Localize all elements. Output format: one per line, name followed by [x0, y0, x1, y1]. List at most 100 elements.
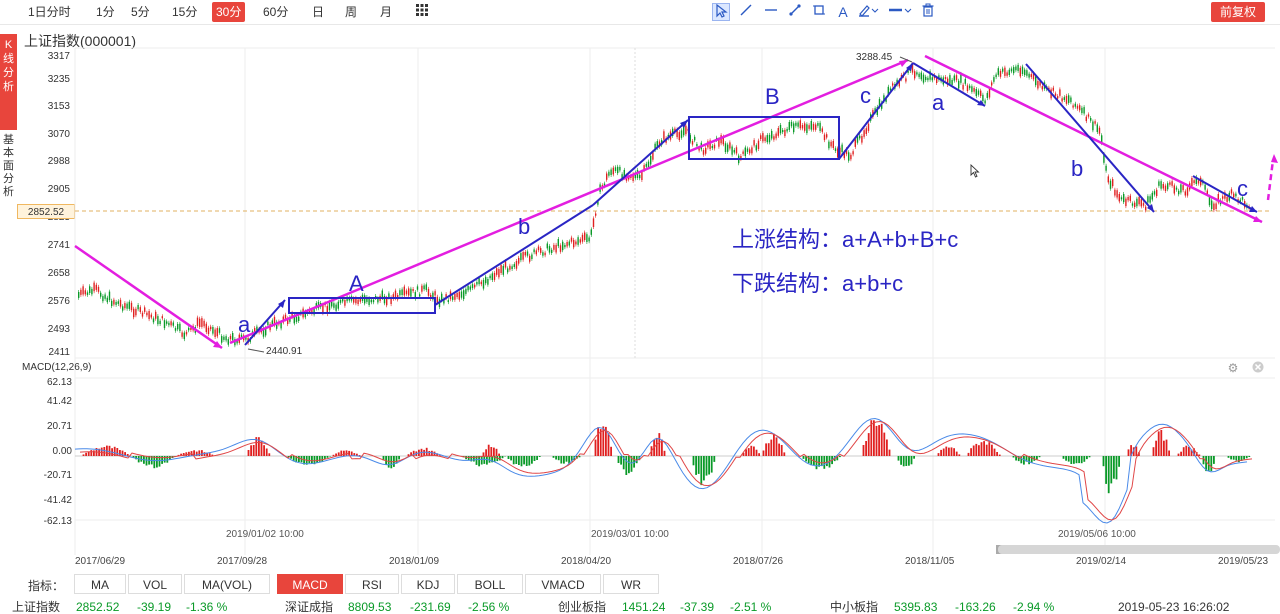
- macd-bar: [488, 456, 491, 463]
- market-status-bar: 上证指数 2852.52 -39.19 -1.36 % 深证成指 8809.53…: [0, 600, 1280, 614]
- macd-bar: [525, 456, 528, 466]
- x-date-label: 2017/09/28: [217, 556, 268, 567]
- macd-bar: [1232, 456, 1235, 460]
- macd-bar: [1118, 456, 1120, 467]
- macd-bar: [625, 456, 628, 475]
- index-name[interactable]: 中小板指: [830, 600, 878, 614]
- rise-structure-text: 上涨结构：a+A+b+B+c: [732, 227, 959, 252]
- index-value: 5395.83: [894, 600, 938, 614]
- index-pct: -1.36 %: [186, 600, 228, 614]
- macd-bar: [1248, 456, 1251, 457]
- macd-bar: [1152, 447, 1155, 456]
- macd-bar: [1073, 456, 1075, 464]
- macd-bar: [100, 447, 103, 456]
- macd-bar: [552, 456, 555, 458]
- macd-bar: [773, 433, 775, 456]
- macd-bar: [983, 441, 985, 456]
- index-change: -37.39: [680, 600, 715, 614]
- macd-bar: [531, 456, 533, 464]
- macd-bar: [198, 450, 201, 456]
- indicator-rsi[interactable]: RSI: [345, 574, 399, 594]
- macd-bar: [557, 456, 560, 461]
- macd-bar: [1086, 456, 1088, 460]
- macd-bar: [905, 456, 908, 466]
- index-value: 1451.24: [622, 600, 666, 614]
- indicator-boll[interactable]: BOLL: [457, 574, 523, 594]
- index-pct: -2.94 %: [1013, 600, 1055, 614]
- close-icon[interactable]: [1251, 361, 1265, 375]
- macd-bar: [937, 453, 940, 456]
- macd-bar: [978, 445, 980, 456]
- x-date-label: 2018/07/26: [733, 556, 784, 567]
- index-name[interactable]: 深证成指: [285, 600, 333, 614]
- indicator-ma-vol[interactable]: MA(VOL): [184, 574, 270, 594]
- time-scrollbar[interactable]: [998, 545, 1280, 554]
- indicator-vmacd[interactable]: VMACD: [525, 574, 601, 594]
- macd-bar: [747, 448, 750, 456]
- macd-bar: [515, 456, 518, 464]
- macd-bar: [993, 448, 996, 456]
- macd-dif-line: [74, 417, 1248, 524]
- macd-bar: [873, 420, 875, 456]
- indicator-ma[interactable]: MA: [74, 574, 126, 594]
- macd-bar: [311, 456, 313, 464]
- indicator-vol[interactable]: VOL: [128, 574, 182, 594]
- macd-bar: [495, 448, 498, 456]
- trend-lines: [74, 54, 1278, 350]
- macd-bar: [518, 456, 520, 465]
- macd-bar: [536, 456, 538, 460]
- macd-bar: [1135, 446, 1138, 456]
- macd-bar: [308, 456, 311, 464]
- macd-bar: [617, 456, 620, 463]
- macd-bar: [610, 446, 612, 456]
- macd-bar: [955, 451, 958, 456]
- macd-bar: [252, 445, 255, 456]
- index-value: 2852.52: [76, 600, 120, 614]
- macd-bar: [324, 456, 326, 459]
- index-name[interactable]: 上证指数: [12, 600, 60, 614]
- macd-bar: [487, 444, 490, 456]
- macd-bar: [839, 456, 841, 458]
- macd-bar: [201, 450, 203, 456]
- macd-bar: [478, 456, 480, 467]
- macd-bar: [565, 456, 568, 462]
- macd-bar: [998, 454, 1001, 456]
- macd-bar: [482, 452, 485, 456]
- macd-bar: [867, 433, 870, 456]
- macd-bar: [1185, 445, 1188, 456]
- macd-bar: [507, 456, 510, 459]
- macd-bar: [520, 456, 523, 467]
- macd-bar: [119, 450, 121, 456]
- macd-bar: [145, 456, 148, 466]
- macd-bar: [1230, 456, 1232, 460]
- wave-label-c2: c: [1237, 176, 1248, 201]
- macd-bar: [498, 453, 500, 456]
- macd-bar: [783, 452, 786, 456]
- macd-date-label: 2019/03/01 10:00: [591, 529, 669, 540]
- kline-chart[interactable]: [0, 0, 1280, 614]
- macd-bar: [538, 456, 541, 457]
- macd-bar: [708, 456, 710, 475]
- macd-bar: [988, 442, 991, 456]
- macd-bar: [512, 456, 515, 465]
- x-date-label: 2018/11/05: [905, 556, 955, 567]
- macd-bar: [663, 450, 666, 456]
- settings-gear-icon[interactable]: ⚙: [1226, 361, 1240, 375]
- macd-bar: [483, 456, 486, 464]
- macd-bar: [970, 448, 972, 456]
- macd-bar: [480, 456, 483, 465]
- macd-bar: [268, 453, 271, 456]
- indicator-macd[interactable]: MACD: [277, 574, 343, 594]
- indicator-wr[interactable]: WR: [603, 574, 659, 594]
- indicator-kdj[interactable]: KDJ: [401, 574, 455, 594]
- macd-bar: [750, 445, 753, 456]
- macd-bar: [1213, 456, 1215, 464]
- index-name[interactable]: 创业板指: [558, 600, 606, 614]
- wave-label-b: b: [518, 214, 531, 239]
- mouse-cursor-icon: [970, 163, 980, 178]
- macd-bar: [975, 443, 978, 456]
- macd-bar: [942, 448, 945, 456]
- macd-bar: [900, 456, 902, 465]
- macd-bar: [655, 437, 658, 456]
- macd-bar: [247, 450, 250, 456]
